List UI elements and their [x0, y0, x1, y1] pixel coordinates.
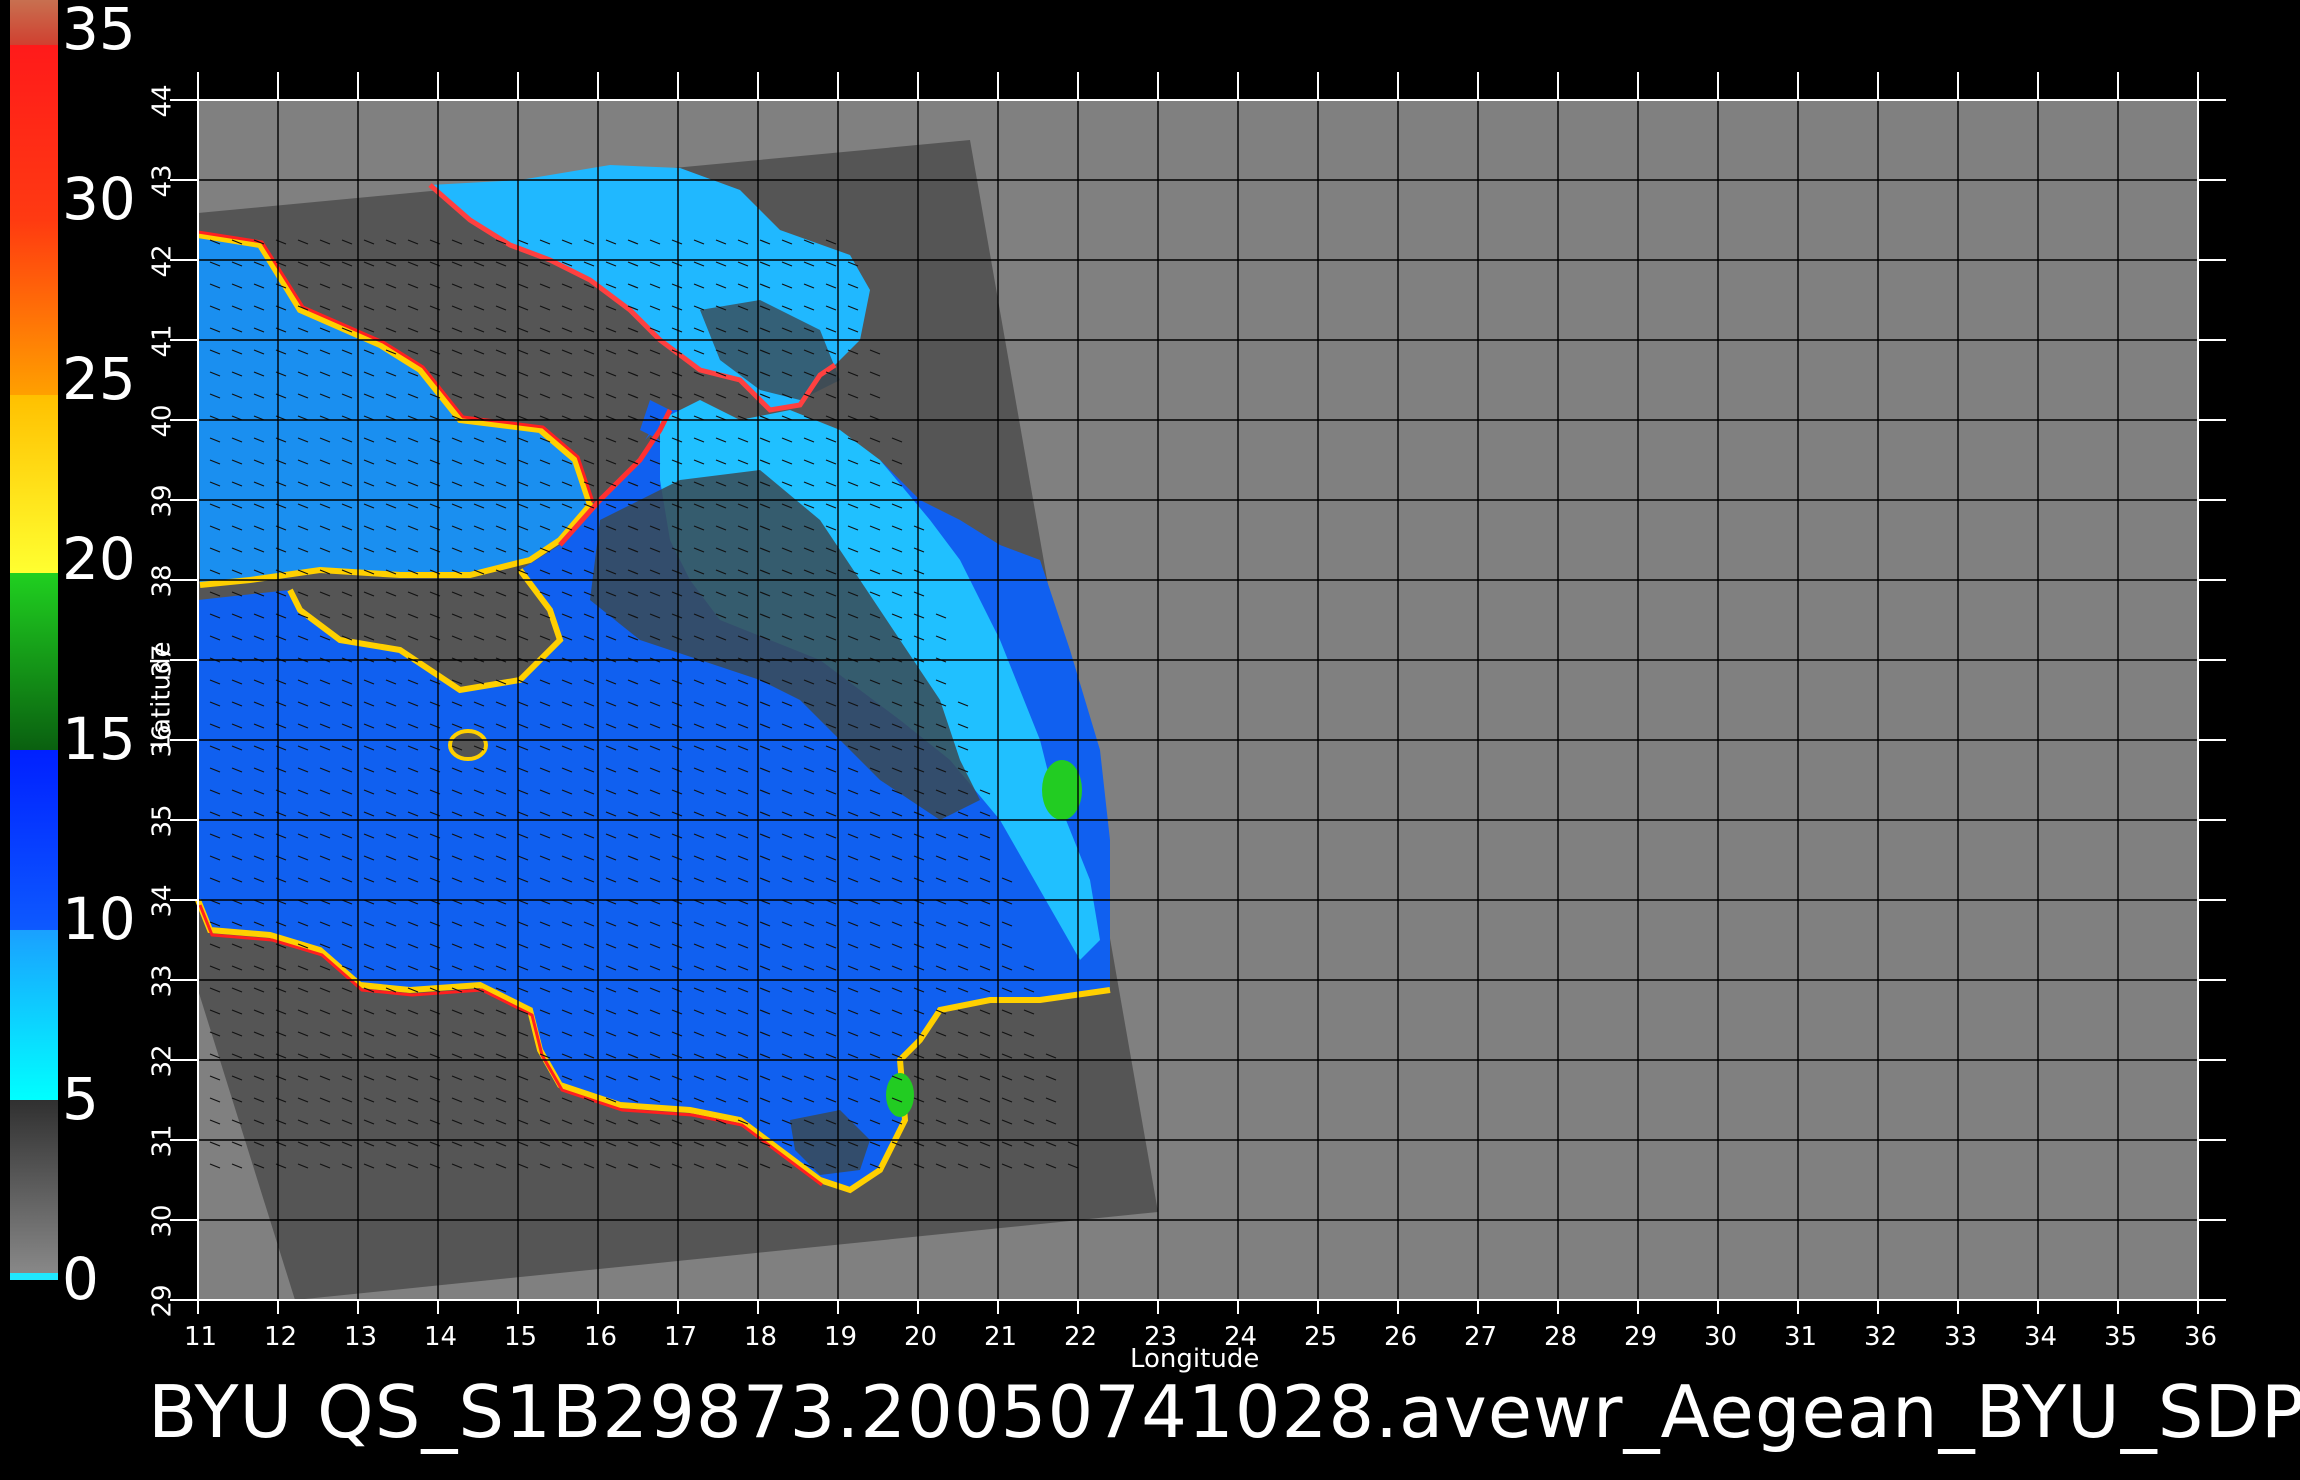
lon-tick-label: 15 — [504, 1322, 538, 1352]
lat-tick-label: 40 — [147, 404, 178, 438]
lat-tick-label: 44 — [147, 84, 178, 118]
lon-tick-label: 33 — [1944, 1322, 1978, 1352]
lat-tick-label: 39 — [147, 484, 178, 518]
lon-tick-label: 31 — [1784, 1322, 1818, 1352]
lat-tick-label: 31 — [147, 1124, 178, 1158]
lat-tick-label: 30 — [147, 1204, 178, 1238]
island-malta — [448, 729, 488, 761]
lat-tick-label: 29 — [147, 1284, 178, 1318]
lon-tick-label: 20 — [904, 1322, 938, 1352]
map-plot — [170, 72, 2226, 1314]
lat-tick-label: 42 — [147, 244, 178, 278]
lon-tick-label: 26 — [1384, 1322, 1418, 1352]
wind-speed-map: 35 30 25 20 15 10 5 0 11 12 13 14 15 16 … — [0, 0, 2300, 1480]
lon-tick-label: 29 — [1624, 1322, 1658, 1352]
lon-tick-label: 17 — [664, 1322, 698, 1352]
lon-tick-label: 16 — [584, 1322, 618, 1352]
lat-tick-label: 32 — [147, 1044, 178, 1078]
lon-tick-label: 13 — [344, 1322, 378, 1352]
lat-tick-label: 38 — [147, 564, 178, 598]
lon-tick-label: 22 — [1064, 1322, 1098, 1352]
lon-tick-label: 18 — [744, 1322, 778, 1352]
lat-tick-label: 35 — [147, 804, 178, 838]
lon-tick-label: 35 — [2104, 1322, 2138, 1352]
lon-tick-label: 21 — [984, 1322, 1018, 1352]
lat-tick-label: 43 — [147, 164, 178, 198]
lat-tick-label: 33 — [147, 964, 178, 998]
lon-tick-label: 12 — [264, 1322, 298, 1352]
lon-tick-label: 25 — [1304, 1322, 1338, 1352]
lon-tick-label: 30 — [1704, 1322, 1738, 1352]
image-title: BYU QS_S1B29873.20050741028.avewr_Aegean… — [148, 1370, 2300, 1454]
lat-tick-label: 34 — [147, 884, 178, 918]
green-patch-crete — [1042, 760, 1082, 820]
lon-tick-label: 19 — [824, 1322, 858, 1352]
lon-tick-label: 34 — [2024, 1322, 2058, 1352]
lat-tick-label: 41 — [147, 324, 178, 358]
lon-tick-label: 28 — [1544, 1322, 1578, 1352]
lon-tick-label: 11 — [184, 1322, 218, 1352]
lon-tick-label: 32 — [1864, 1322, 1898, 1352]
lon-tick-label: 14 — [424, 1322, 458, 1352]
y-axis-label: Latitude — [146, 641, 177, 749]
lon-tick-label: 36 — [2184, 1322, 2218, 1352]
lon-tick-label: 27 — [1464, 1322, 1498, 1352]
